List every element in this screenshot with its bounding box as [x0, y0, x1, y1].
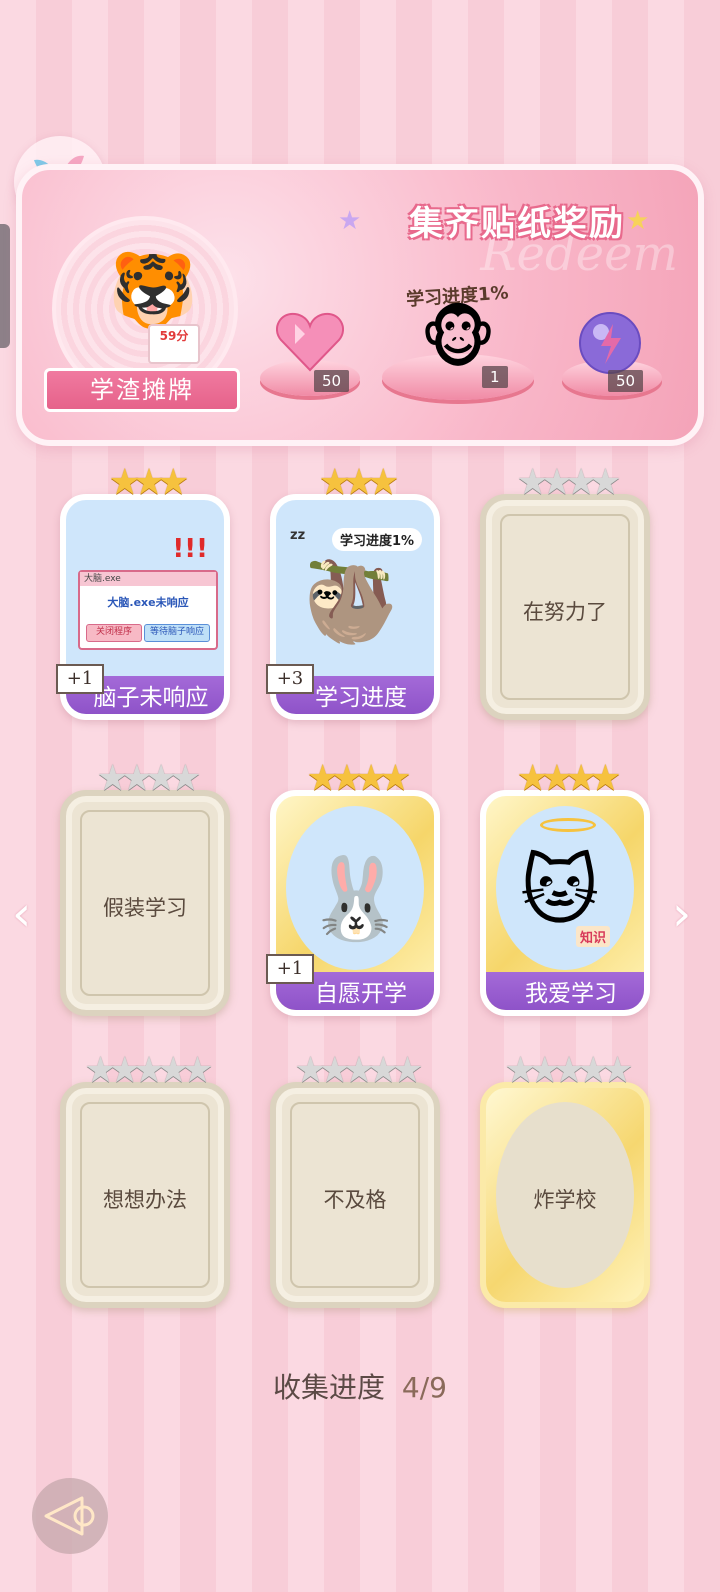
sticker-card-locked[interactable]: 假装学习 ★★★★	[60, 758, 230, 1016]
card-title: 想想办法	[103, 1188, 187, 1212]
star-rating: ★★★★★	[84, 1050, 213, 1091]
star-rating: ★★★★	[516, 462, 621, 503]
card-title: 不及格	[323, 1188, 387, 1212]
sticker-card[interactable]: zz 学习进度1% 🦥 学习进度 ★★★ +3	[266, 462, 440, 720]
tiger-avatar-icon: 🐯	[108, 248, 198, 332]
reward-count-badge: 50	[314, 370, 350, 392]
reward-count-badge: 50	[608, 370, 644, 392]
banner-title: 集齐贴纸奖励	[409, 204, 625, 244]
back-button[interactable]	[32, 1478, 108, 1554]
side-drawer-handle[interactable]	[0, 224, 10, 348]
card-face: 不及格	[270, 1082, 440, 1308]
avatar-title-ribbon: 学渣摊牌	[44, 368, 240, 412]
card-face: 🐱 知识 我爱学习	[480, 790, 650, 1016]
wait-button: 等待脑子响应	[144, 624, 210, 642]
sticker-card-locked[interactable]: 想想办法 ★★★★★	[60, 1050, 230, 1308]
star-rating: ★★★★★	[504, 1050, 633, 1091]
window-title: 大脑.exe	[80, 572, 216, 586]
heart-gem-icon[interactable]	[270, 310, 350, 378]
sticker-card-locked[interactable]: 炸学校 ★★★★★	[480, 1050, 650, 1308]
star-rating: ★★★★	[96, 758, 201, 799]
card-face: 假装学习	[60, 790, 230, 1016]
back-arrow-icon	[44, 1496, 95, 1536]
collection-progress: 收集进度 4/9	[0, 1366, 720, 1406]
sticker-card-locked[interactable]: 不及格 ★★★★★	[270, 1050, 440, 1308]
close-program-button: 关闭程序	[86, 624, 142, 642]
star-decoration-icon: ★	[338, 206, 362, 236]
halo-icon	[540, 818, 596, 832]
sloth-sticker-icon: 🦥	[302, 558, 400, 648]
star-rating: ★★★★	[306, 758, 411, 799]
card-face: 想想办法	[60, 1082, 230, 1308]
sticker-card[interactable]: 🐰 自愿开学 ★★★★ +1	[266, 758, 440, 1016]
star-rating: ★★★★	[516, 758, 621, 799]
speech-bubble: 学习进度1%	[332, 528, 423, 551]
card-title: 我爱学习	[486, 972, 644, 1010]
star-rating: ★★★★★	[294, 1050, 423, 1091]
card-face: 炸学校	[480, 1082, 650, 1308]
sticker-card-locked[interactable]: 在努力了 ★★★★	[480, 462, 650, 720]
rabbit-sticker-icon: 🐰	[306, 852, 406, 945]
window-message: 大脑.exe未响应	[107, 596, 189, 609]
duplicate-count-tag: +1	[56, 664, 104, 694]
chevron-right-icon[interactable]: ›	[672, 886, 691, 942]
exclamation-icon: !!!	[172, 534, 208, 564]
sticker-reward-banner: Redeem ★ ★ 集齐贴纸奖励 🐯 59分 学渣摊牌 50 学习进度1% 🐵…	[16, 164, 704, 446]
reward-count-badge: 1	[482, 366, 508, 388]
angel-cat-sticker-icon: 🐱	[520, 846, 600, 935]
zz-text: zz	[290, 528, 306, 543]
chevron-left-icon[interactable]: ‹	[12, 886, 31, 942]
card-title: 假装学习	[103, 896, 187, 920]
star-rating: ★★★	[108, 462, 190, 503]
duplicate-count-tag: +3	[266, 664, 314, 694]
popup-window: 大脑.exe 大脑.exe未响应 关闭程序 等待脑子响应	[78, 570, 218, 650]
card-title: 在努力了	[523, 600, 607, 624]
tiger-score-paper: 59分	[148, 324, 200, 364]
card-title: 炸学校	[533, 1188, 597, 1212]
sticker-card[interactable]: 🐱 知识 我爱学习 ★★★★	[480, 758, 650, 1016]
collection-count: 4/9	[401, 1371, 447, 1404]
duplicate-count-tag: +1	[266, 954, 314, 984]
book-label: 知识	[576, 926, 611, 947]
card-face: 在努力了	[480, 494, 650, 720]
collection-label: 收集进度	[273, 1371, 386, 1404]
star-rating: ★★★	[318, 462, 400, 503]
sticker-card[interactable]: !!! 大脑.exe 大脑.exe未响应 关闭程序 等待脑子响应 脑子未响应 ★…	[56, 462, 230, 720]
